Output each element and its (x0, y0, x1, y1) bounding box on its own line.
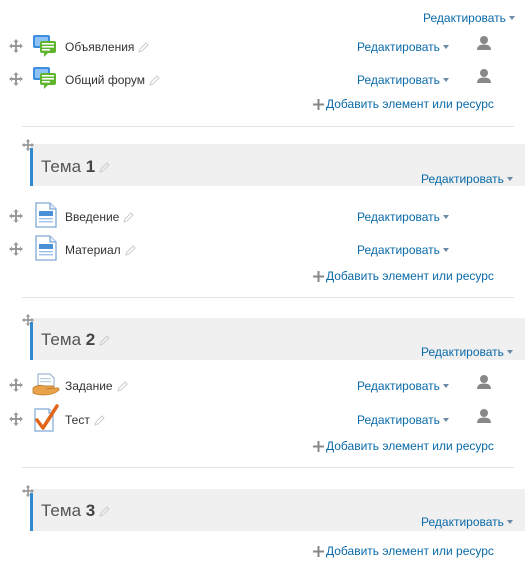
quiz-icon (33, 404, 59, 435)
user-icon[interactable] (476, 408, 492, 424)
chevron-down-icon (506, 176, 513, 181)
section-number: 3 (85, 501, 96, 520)
user-icon[interactable] (476, 68, 492, 84)
section-title[interactable]: Тема 3 (41, 501, 110, 521)
activity-name: Общий форум (65, 73, 146, 87)
section-highlight-bar (30, 493, 33, 531)
move-icon[interactable] (21, 313, 35, 327)
section-edit-menu[interactable]: Редактировать (423, 11, 515, 25)
section-edit-label: Редактировать (423, 11, 506, 25)
user-icon[interactable] (476, 35, 492, 51)
add-activity-link[interactable]: Добавить элемент или ресурс (313, 439, 494, 453)
section-edit-menu[interactable]: Редактировать (421, 345, 513, 359)
activity-link-general-forum[interactable]: Общий форум (65, 73, 160, 87)
add-label: Добавить элемент или ресурс (326, 269, 494, 283)
edit-label: Редактировать (357, 379, 440, 393)
user-icon[interactable] (476, 374, 492, 390)
plus-icon (313, 441, 324, 453)
add-label: Добавить элемент или ресурс (326, 544, 494, 558)
edit-label: Редактировать (357, 40, 440, 54)
move-icon[interactable] (8, 208, 24, 224)
section-divider (22, 126, 514, 127)
chevron-down-icon (442, 247, 449, 252)
section-number: 2 (85, 330, 96, 349)
pencil-icon[interactable] (116, 381, 128, 393)
add-label: Добавить элемент или ресурс (326, 439, 494, 453)
activity-name: Задание (65, 379, 113, 393)
activity-edit-menu[interactable]: Редактировать (357, 73, 449, 87)
activity-name: Тест (65, 413, 90, 427)
edit-label: Редактировать (421, 345, 504, 359)
chevron-down-icon (442, 214, 449, 219)
activity-edit-menu[interactable]: Редактировать (357, 379, 449, 393)
section-title[interactable]: Тема 2 (41, 330, 110, 350)
move-icon[interactable] (8, 411, 24, 427)
move-icon[interactable] (8, 71, 24, 87)
add-activity-link[interactable]: Добавить элемент или ресурс (313, 97, 494, 111)
assignment-icon (32, 371, 60, 400)
activity-link-announcements[interactable]: Объявления (65, 40, 150, 54)
add-activity-link[interactable]: Добавить элемент или ресурс (313, 269, 494, 283)
add-label: Добавить элемент или ресурс (326, 97, 494, 111)
edit-label: Редактировать (421, 172, 504, 186)
move-icon[interactable] (8, 38, 24, 54)
page-icon (35, 202, 57, 231)
pencil-icon[interactable] (99, 162, 110, 173)
forum-icon (32, 33, 58, 62)
page-icon (35, 235, 57, 264)
chevron-down-icon (442, 417, 449, 422)
section-edit-menu[interactable]: Редактировать (421, 172, 513, 186)
edit-label: Редактировать (357, 210, 440, 224)
edit-label: Редактировать (357, 243, 440, 257)
section-title-prefix: Тема (41, 501, 82, 520)
move-icon[interactable] (8, 241, 24, 257)
activity-link-material[interactable]: Материал (65, 243, 136, 257)
pencil-icon[interactable] (124, 245, 136, 257)
section-highlight-bar (30, 322, 33, 360)
section-edit-menu[interactable]: Редактировать (421, 515, 513, 529)
activity-link-introduction[interactable]: Введение (65, 210, 135, 224)
activity-name: Материал (65, 243, 121, 257)
pencil-icon[interactable] (123, 212, 135, 224)
edit-label: Редактировать (421, 515, 504, 529)
pencil-icon[interactable] (149, 75, 160, 87)
move-icon[interactable] (21, 138, 35, 152)
chevron-down-icon (506, 519, 513, 524)
plus-icon (313, 271, 324, 283)
activity-link-quiz[interactable]: Тест (65, 413, 105, 427)
section-title[interactable]: Тема 1 (41, 157, 110, 177)
edit-label: Редактировать (357, 413, 440, 427)
section-title-prefix: Тема (41, 330, 82, 349)
plus-icon (313, 546, 324, 558)
section-title-prefix: Тема (41, 157, 82, 176)
activity-edit-menu[interactable]: Редактировать (357, 413, 449, 427)
pencil-icon[interactable] (138, 42, 150, 54)
activity-link-assignment[interactable]: Задание (65, 379, 128, 393)
pencil-icon[interactable] (94, 415, 105, 427)
section-divider (22, 297, 514, 298)
chevron-down-icon (442, 383, 449, 388)
edit-label: Редактировать (357, 73, 440, 87)
activity-name: Объявления (65, 40, 135, 54)
activity-edit-menu[interactable]: Редактировать (357, 210, 449, 224)
activity-name: Введение (65, 210, 120, 224)
move-icon[interactable] (8, 377, 24, 393)
chevron-down-icon (506, 349, 513, 354)
forum-icon (32, 65, 58, 94)
activity-edit-menu[interactable]: Редактировать (357, 243, 449, 257)
chevron-down-icon (508, 15, 515, 20)
move-icon[interactable] (21, 484, 35, 498)
section-number: 1 (85, 157, 96, 176)
section-divider (22, 467, 514, 468)
pencil-icon[interactable] (99, 506, 110, 517)
pencil-icon[interactable] (99, 335, 110, 346)
plus-icon (313, 99, 324, 111)
section-highlight-bar (30, 148, 33, 186)
activity-edit-menu[interactable]: Редактировать (357, 40, 449, 54)
chevron-down-icon (442, 77, 449, 82)
add-activity-link[interactable]: Добавить элемент или ресурс (313, 544, 494, 558)
chevron-down-icon (442, 44, 449, 49)
